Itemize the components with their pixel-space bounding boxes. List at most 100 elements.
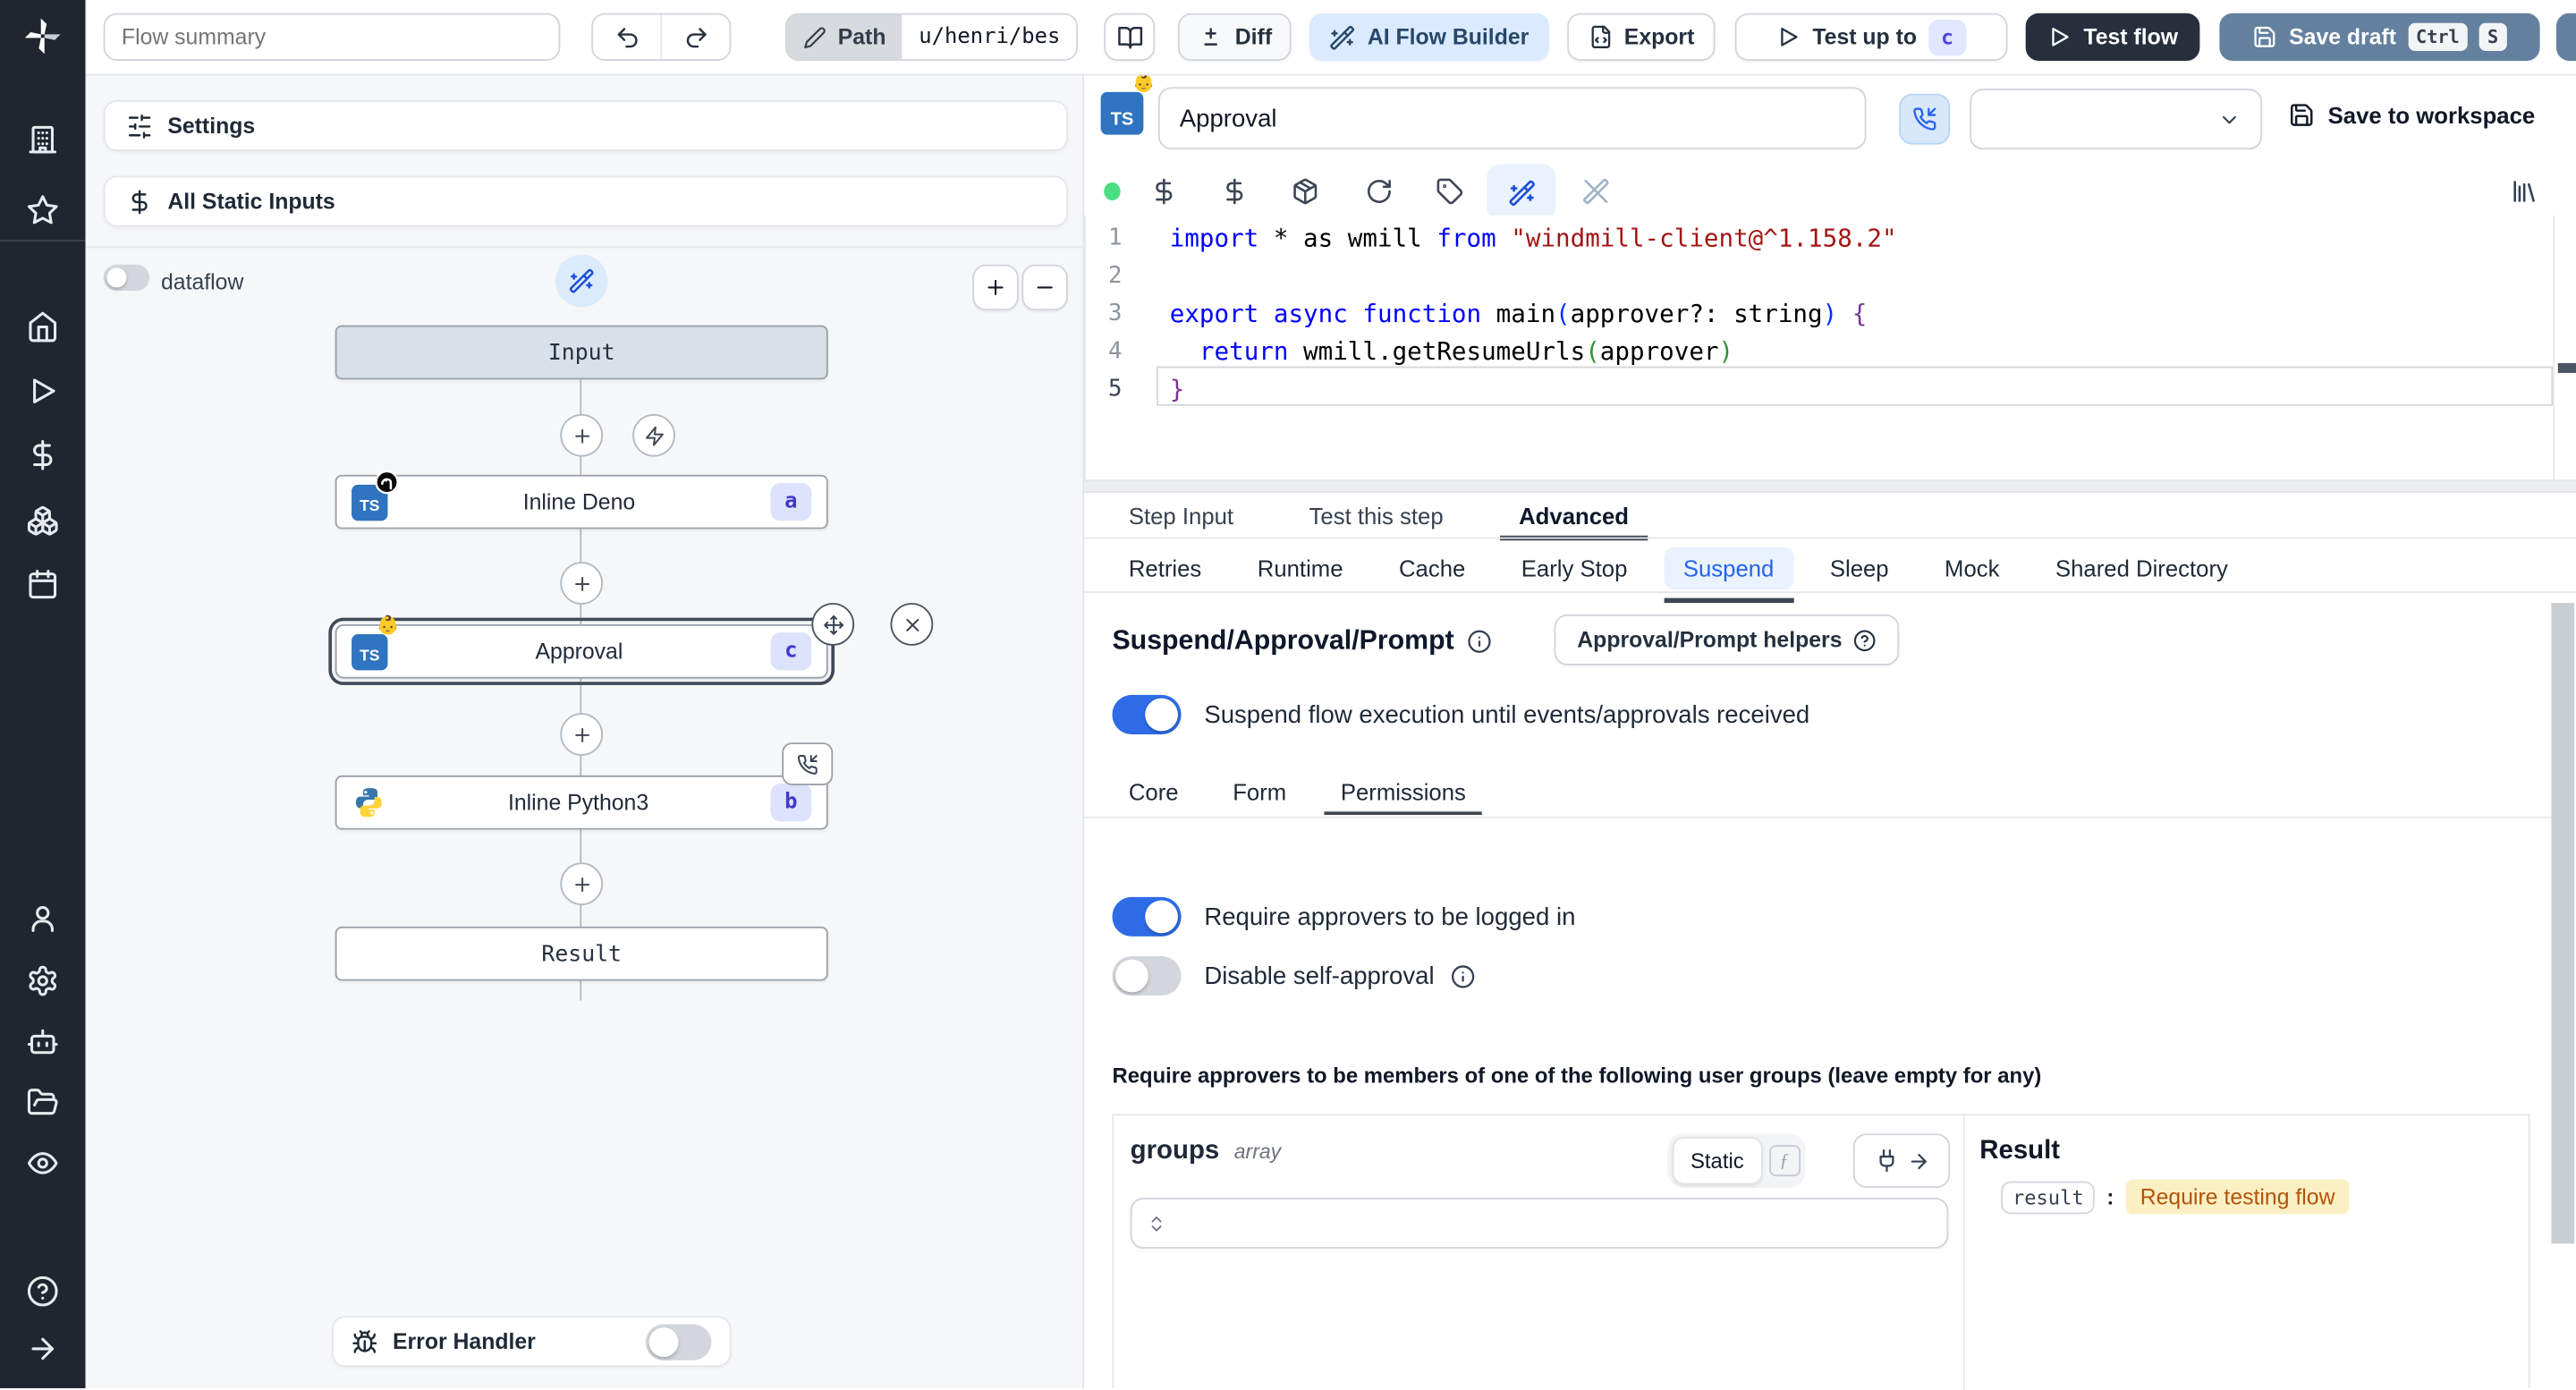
approval-step-button[interactable] [1899, 93, 1951, 145]
tab-core[interactable]: Core [1112, 769, 1194, 815]
workers-icon[interactable] [26, 1025, 59, 1058]
favorites-icon[interactable] [26, 194, 59, 227]
graph-node-approval[interactable]: TS 👶 Approval c [328, 616, 835, 685]
script-version-select[interactable] [1970, 89, 2263, 150]
add-step-button[interactable] [560, 713, 604, 756]
static-mode-button[interactable]: Static [1672, 1137, 1762, 1185]
test-flow-button[interactable]: Test flow [2025, 13, 2200, 61]
add-step-button[interactable] [560, 562, 604, 605]
move-step-button[interactable] [811, 603, 855, 646]
dataflow-toggle[interactable] [103, 264, 150, 292]
graph-node-input[interactable]: Input [335, 325, 828, 380]
schedules-icon[interactable] [26, 569, 59, 602]
flow-summary-input[interactable] [103, 13, 561, 61]
overflow-button[interactable] [2555, 13, 2576, 61]
home-icon[interactable] [26, 310, 59, 343]
add-trigger-button[interactable] [632, 413, 675, 457]
vertical-scrollbar[interactable] [2551, 603, 2575, 1244]
tab-test-this-step[interactable]: Test this step [1290, 493, 1463, 538]
zoom-out-button[interactable] [1021, 264, 1068, 311]
path-button[interactable]: Path u/henri/bes [784, 13, 1079, 61]
overview-ruler-mark [2557, 362, 2576, 373]
reload-icon[interactable] [1365, 177, 1393, 205]
tab-sleep[interactable]: Sleep [1810, 547, 1909, 589]
tab-runtime[interactable]: Runtime [1238, 547, 1363, 589]
pencil-icon [803, 25, 826, 48]
advanced-tabs: Retries Runtime Cache Early Stop Suspend… [1109, 542, 2248, 603]
path-value: u/henri/bes [902, 14, 1077, 60]
all-static-inputs-button[interactable]: All Static Inputs [103, 175, 1068, 227]
delete-step-button[interactable] [890, 603, 934, 646]
windmill-logo-icon[interactable] [21, 15, 64, 58]
undo-button[interactable] [593, 15, 660, 60]
expand-sidebar-icon[interactable] [26, 1333, 59, 1366]
line-number-active: 5 [1107, 375, 1123, 403]
resources-icon[interactable] [26, 504, 59, 538]
error-handler-toggle[interactable] [645, 1323, 712, 1360]
add-step-button[interactable] [560, 413, 604, 457]
tab-suspend[interactable]: Suspend [1663, 546, 1794, 603]
suspend-sub-tabs: Core Form Permissions [1112, 769, 1483, 816]
settings-icon[interactable] [26, 964, 59, 997]
variables-icon[interactable] [1150, 177, 1178, 205]
users-icon[interactable] [26, 902, 59, 935]
flow-settings-button[interactable]: Settings [103, 100, 1068, 151]
runs-icon[interactable] [26, 375, 59, 408]
tab-shared-directory[interactable]: Shared Directory [2036, 547, 2248, 589]
ai-flow-builder-button[interactable]: AI Flow Builder [1309, 13, 1550, 61]
tab-early-stop[interactable]: Early Stop [1502, 547, 1648, 589]
zoom-in-button[interactable] [972, 264, 1019, 311]
save-icon [2253, 25, 2278, 50]
info-icon[interactable] [1451, 963, 1476, 988]
plus-icon [571, 425, 592, 446]
graph-node-result[interactable]: Result [335, 926, 828, 981]
line-number: 3 [1107, 300, 1123, 326]
info-icon[interactable] [1467, 629, 1492, 654]
tab-form[interactable]: Form [1216, 769, 1303, 815]
ai-graph-wand-button[interactable] [555, 254, 608, 308]
require-logged-in-toggle[interactable] [1112, 896, 1182, 937]
step-name-input[interactable] [1157, 87, 1867, 150]
suspend-flow-toggle[interactable] [1112, 694, 1182, 735]
diff-button[interactable]: Diff [1177, 13, 1292, 61]
redo-button[interactable] [660, 14, 729, 60]
export-button[interactable]: Export [1567, 13, 1716, 61]
connect-input-button[interactable] [1852, 1133, 1951, 1188]
code-editor[interactable]: 1 import * as wmill from "windmill-client… [1084, 215, 2576, 480]
workspace-icon[interactable] [26, 123, 59, 157]
graph-node-inline-deno[interactable]: TS Inline Deno a [335, 469, 828, 530]
tab-step-input[interactable]: Step Input [1109, 493, 1253, 538]
audit-logs-icon[interactable] [26, 1147, 59, 1180]
tab-cache[interactable]: Cache [1379, 547, 1485, 589]
save-to-workspace-button[interactable]: Save to workspace [2289, 102, 2535, 128]
folders-icon[interactable] [26, 1086, 59, 1119]
result-node-label: Result [541, 940, 623, 967]
tab-permissions[interactable]: Permissions [1324, 769, 1483, 816]
bug-icon [352, 1328, 377, 1354]
approval-prompt-helpers-button[interactable]: Approval/Prompt helpers [1554, 614, 1900, 665]
wand-off-icon[interactable] [1582, 177, 1610, 205]
ai-assist-button[interactable] [1487, 164, 1556, 221]
approval-step-badge [782, 742, 834, 785]
variables-icon[interactable] [26, 438, 59, 471]
docs-button[interactable] [1104, 13, 1156, 61]
save-draft-button[interactable]: Save draft Ctrl S [2219, 13, 2540, 61]
resize-handle[interactable] [1084, 479, 2576, 494]
tab-retries[interactable]: Retries [1109, 547, 1222, 589]
groups-array-input[interactable] [1130, 1197, 1949, 1249]
tag-icon[interactable] [1436, 177, 1463, 205]
graph-node-inline-python3[interactable]: Inline Python3 b [335, 775, 828, 830]
wand-sparkles-icon [1330, 24, 1356, 50]
add-step-button[interactable] [560, 862, 604, 906]
function-mode-button[interactable]: ƒ [1768, 1145, 1801, 1177]
help-icon[interactable] [26, 1275, 59, 1308]
tab-mock[interactable]: Mock [1925, 547, 2020, 589]
library-icon[interactable] [2511, 177, 2538, 205]
test-up-to-button[interactable]: Test up to c [1734, 13, 2008, 61]
disable-self-approval-toggle[interactable] [1112, 955, 1182, 996]
tab-advanced[interactable]: Advanced [1499, 493, 1648, 541]
package-icon[interactable] [1292, 177, 1319, 205]
chevrons-up-down-icon [1147, 1213, 1166, 1233]
resources-icon[interactable] [1221, 177, 1249, 205]
groups-type: array [1233, 1140, 1282, 1164]
